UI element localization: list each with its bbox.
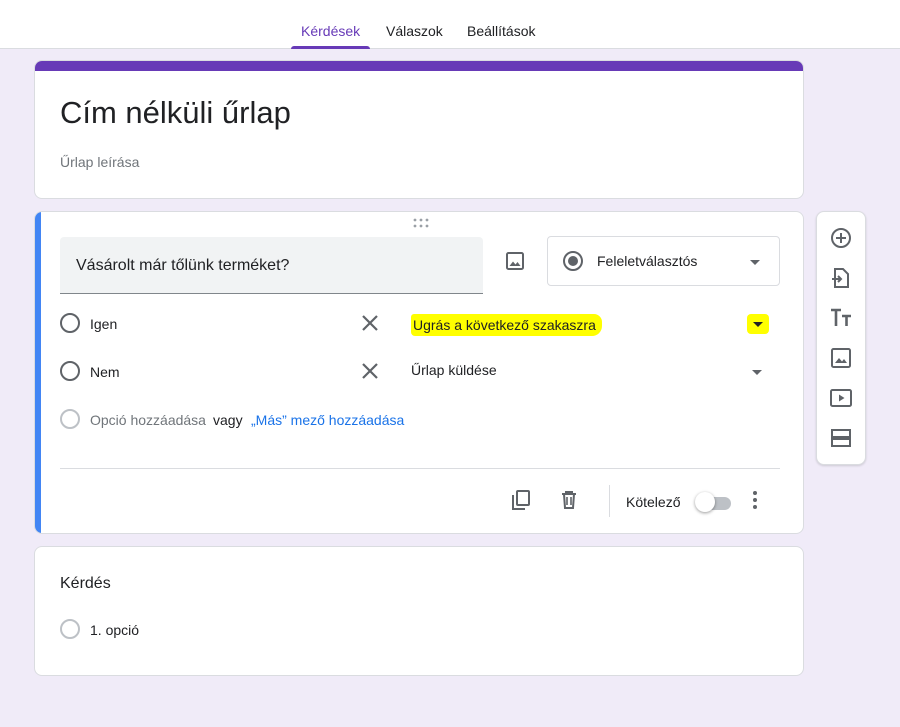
- option-row: Igen Ugrás a következő szakaszra: [60, 310, 780, 340]
- more-vert-icon[interactable]: [747, 488, 763, 512]
- tab-questions[interactable]: Kérdések: [291, 0, 371, 49]
- footer-separator: [609, 485, 610, 517]
- option-radio: [60, 409, 80, 429]
- required-toggle[interactable]: [695, 492, 733, 512]
- delete-icon[interactable]: [557, 488, 581, 512]
- form-title-card: Cím nélküli űrlap Űrlap leírása: [34, 60, 804, 199]
- chevron-down-icon: [753, 322, 763, 327]
- option-label[interactable]: Nem: [90, 364, 120, 380]
- image-icon[interactable]: [503, 249, 527, 273]
- top-tab-bar: Kérdések Válaszok Beállítások: [0, 0, 900, 49]
- section-icon[interactable]: [829, 426, 853, 450]
- option-label[interactable]: 1. opció: [90, 622, 139, 638]
- import-icon[interactable]: [829, 266, 853, 290]
- footer-divider: [60, 468, 780, 469]
- question-title[interactable]: Kérdés: [60, 575, 111, 593]
- add-option-button[interactable]: Opció hozzáadása: [90, 412, 206, 428]
- close-icon[interactable]: [360, 313, 380, 333]
- section-goto-dropdown[interactable]: Űrlap küldése: [411, 362, 497, 378]
- drag-handle-icon[interactable]: [412, 218, 430, 228]
- add-circle-icon[interactable]: [829, 226, 853, 250]
- question-title-text: Vásárolt már tőlünk terméket?: [76, 257, 290, 274]
- chevron-down-icon: [750, 260, 760, 265]
- tab-responses[interactable]: Válaszok: [376, 0, 453, 49]
- option-row: Nem Űrlap küldése: [60, 358, 780, 388]
- option-radio: [60, 619, 80, 639]
- option-radio: [60, 313, 80, 333]
- title-card-accent-band: [35, 61, 803, 71]
- required-label: Kötelező: [626, 494, 681, 510]
- option-label[interactable]: Igen: [90, 316, 117, 332]
- title-icon[interactable]: [829, 306, 853, 330]
- question-type-dropdown[interactable]: Feleletválasztós: [547, 236, 780, 286]
- form-description-field[interactable]: Űrlap leírása: [60, 154, 139, 170]
- copy-icon[interactable]: [509, 488, 533, 512]
- section-goto-dropdown[interactable]: Ugrás a következő szakaszra: [411, 314, 602, 336]
- side-toolbar: [816, 211, 866, 465]
- video-icon[interactable]: [829, 386, 853, 410]
- question-card[interactable]: Kérdés 1. opció: [34, 546, 804, 676]
- toggle-knob: [695, 492, 715, 512]
- question-card-active[interactable]: Vásárolt már tőlünk terméket? Feleletvál…: [34, 211, 804, 534]
- question-type-label: Feleletválasztós: [597, 253, 698, 269]
- active-question-indicator: [35, 212, 41, 533]
- question-title-input[interactable]: Vásárolt már tőlünk terméket?: [60, 237, 483, 294]
- tab-settings[interactable]: Beállítások: [457, 0, 545, 49]
- form-title[interactable]: Cím nélküli űrlap: [60, 95, 291, 131]
- add-other-link[interactable]: „Más” mező hozzáadása: [251, 412, 404, 428]
- or-text: vagy: [213, 412, 243, 428]
- option-radio: [60, 361, 80, 381]
- add-option-row: Opció hozzáadása vagy „Más” mező hozzáad…: [60, 406, 780, 436]
- image-icon[interactable]: [829, 346, 853, 370]
- close-icon[interactable]: [360, 361, 380, 381]
- radio-button-icon: [563, 251, 583, 271]
- chevron-down-icon[interactable]: [750, 366, 764, 380]
- section-goto-caret[interactable]: [747, 314, 769, 334]
